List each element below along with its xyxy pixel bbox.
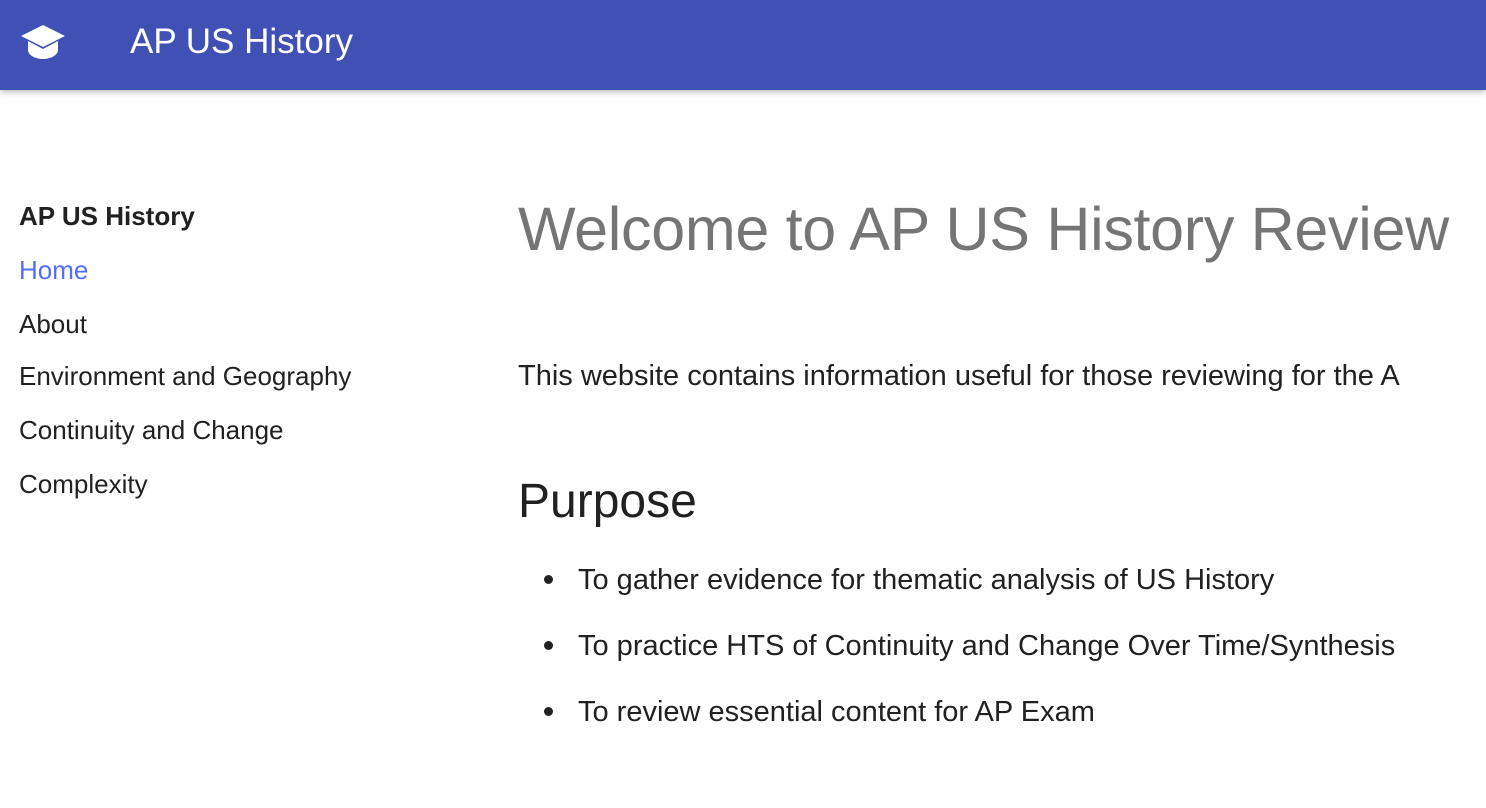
sidebar-heading: AP US History [19, 201, 195, 231]
list-item: To gather evidence for thematic analysis… [518, 560, 1486, 600]
site-title[interactable]: AP US History [130, 20, 353, 64]
list-item-text: To practice HTS of Continuity and Change… [578, 630, 1396, 662]
list-item-text: To review essential content for AP Exam [578, 696, 1095, 728]
sidebar-item-continuity-and-change[interactable]: Continuity and Change [19, 410, 459, 450]
bullet-icon [544, 641, 553, 650]
sidebar-item-environment-and-geography[interactable]: Environment and Geography [19, 356, 459, 396]
list-item: To review essential content for AP Exam [518, 692, 1486, 732]
page-title: Welcome to AP US History Review [518, 195, 1449, 263]
sidebar-item-complexity[interactable]: Complexity [19, 464, 459, 504]
purpose-list: To gather evidence for thematic analysis… [518, 560, 1486, 732]
top-app-bar: AP US History [0, 0, 1486, 90]
list-item-text: To gather evidence for thematic analysis… [578, 564, 1275, 596]
list-item: To practice HTS of Continuity and Change… [518, 626, 1486, 666]
sidebar-item-home[interactable]: Home [19, 250, 459, 290]
main-content: Welcome to AP US History Review This web… [518, 190, 1486, 758]
bullet-icon [544, 707, 553, 716]
intro-paragraph: This website contains information useful… [518, 360, 1400, 392]
graduation-cap-icon[interactable] [20, 23, 66, 63]
bullet-icon [544, 575, 553, 584]
sidebar-item-about[interactable]: About [19, 304, 459, 344]
sidebar-nav: AP US History Home About Environment and… [19, 196, 459, 504]
purpose-heading: Purpose [518, 475, 697, 528]
